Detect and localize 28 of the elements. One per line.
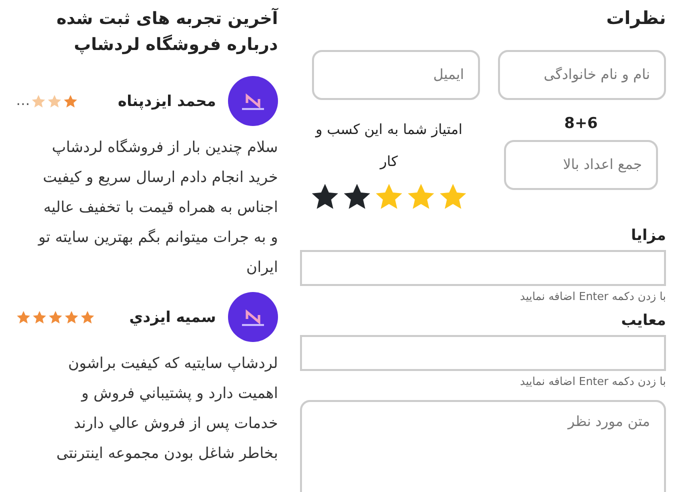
captcha-field[interactable]: جمع اعداد بالا (504, 140, 658, 190)
review-text: لردشاپ سایتیه که کیفیت براشون اهمیت دارد و پشتيباني فروش و خدمات پس از فروش عالي دارند بخاطر شاغل بودن مجموعه اینترنتی (55, 353, 278, 464)
input-field[interactable] (300, 335, 666, 371)
star-icon (64, 310, 79, 324)
captcha-question: 8+6 (564, 114, 598, 132)
star-icon (48, 310, 63, 324)
reviewer-name: سمیه ایزدي (128, 308, 216, 326)
field-label: معایب (621, 311, 666, 329)
comment-field[interactable]: متن مورد نظر (300, 400, 666, 492)
avatar-logo-icon (228, 292, 278, 342)
field-label: مزایا (630, 226, 666, 244)
reviewer-name: محمد ایزدپناه (116, 92, 216, 110)
star-icon (16, 310, 31, 324)
input-field[interactable] (300, 250, 666, 286)
section-title: نظرات (605, 7, 666, 31)
email-field[interactable]: ایمیل (312, 50, 480, 100)
star-icon (63, 94, 78, 108)
star-icon (80, 310, 95, 324)
review-text: سلام چندین بار از فروشگاه لردشاپ خرید انجام دادم ارسال سریع و کیفیت اجناس به همراه قیمت با تخفیف عالیه و به جرات میتوانم بگم بهترین سایته تو ایران (36, 137, 278, 278)
star-icon (47, 94, 62, 108)
star-icon (31, 94, 46, 108)
star-icon (32, 310, 47, 324)
field-hint: با زدن دکمه Enter اضافه نمایید (520, 290, 666, 303)
field-hint: با زدن دکمه Enter اضافه نمایید (520, 375, 666, 388)
ellipsis: … (16, 93, 30, 109)
reviews-title: آخرین تجربه های ثبت شده درباره فروشگاه لردشاپ (55, 6, 278, 57)
rating-label: امتیاز شما به این کسب و کار (314, 121, 464, 172)
avatar-logo-icon (228, 76, 278, 126)
